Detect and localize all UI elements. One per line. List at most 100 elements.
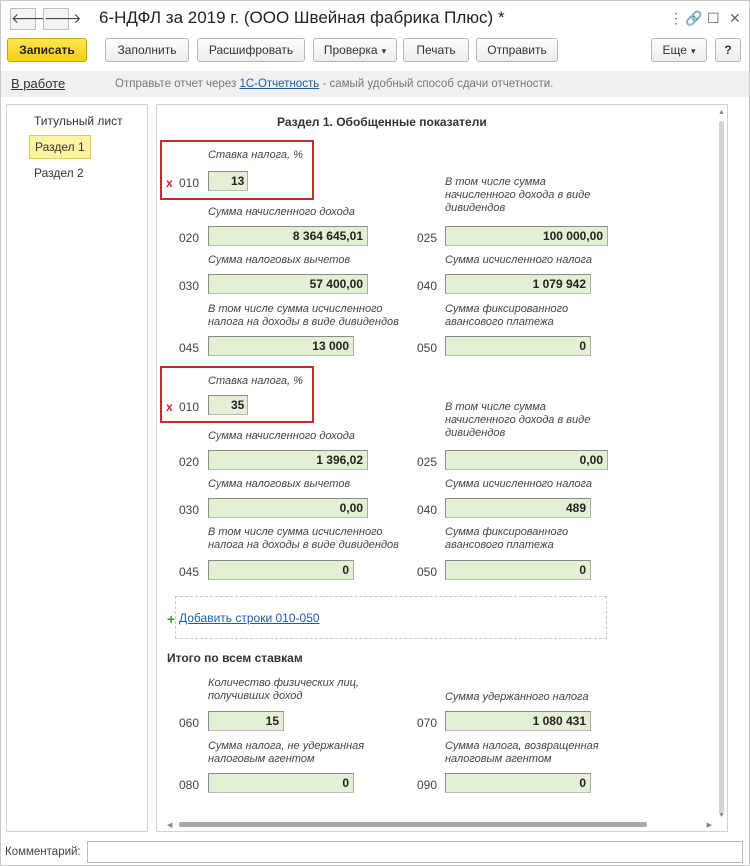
arrow-right-icon: 🡒 <box>44 10 82 26</box>
decode-button[interactable]: Расшифровать <box>197 38 305 62</box>
code-030: 030 <box>179 503 200 517</box>
not-withheld-label: Сумма налога, не удержанная налоговым аг… <box>208 740 365 765</box>
dividends-income-label: В том числе сумма начисленного дохода в … <box>445 176 591 214</box>
calculated-tax-field[interactable]: 489 <box>445 498 591 518</box>
scroll-up-icon[interactable]: ▲ <box>718 109 725 116</box>
deductions-field[interactable]: 57 400,00 <box>208 274 368 294</box>
deductions-field[interactable]: 0,00 <box>208 498 368 518</box>
accrued-income-field[interactable]: 1 396,02 <box>208 450 368 470</box>
returned-label: Сумма налога, возвращенная налоговым аге… <box>445 740 599 765</box>
totals-title: Итого по всем ставкам <box>167 651 303 665</box>
calculated-tax-field[interactable]: 1 079 942 <box>445 274 591 294</box>
code-050: 050 <box>417 341 438 355</box>
help-button[interactable]: ? <box>715 38 741 62</box>
code-040: 040 <box>417 503 438 517</box>
comment-input[interactable] <box>87 841 743 863</box>
code-045: 045 <box>179 341 200 355</box>
info-text-after: - самый удобный способ сдачи отчетности. <box>319 78 554 90</box>
chevron-down-icon: ▾ <box>381 46 387 56</box>
more-label: Еще <box>662 43 687 57</box>
not-withheld-field[interactable]: 0 <box>208 773 354 793</box>
more-dropdown[interactable]: Еще ▾ <box>651 38 707 62</box>
code-010: 010 <box>179 176 200 190</box>
sidebar-item-section-1[interactable]: Раздел 1 <box>29 135 91 159</box>
add-rows-link[interactable]: Добавить строки 010-050 <box>179 611 320 625</box>
dividends-income-field[interactable]: 0,00 <box>445 450 608 470</box>
sidebar-item-title-page[interactable]: Титульный лист <box>29 109 128 133</box>
more-icon[interactable]: ⋮ <box>669 10 683 27</box>
dividends-tax-label: В том числе сумма исчисленного налога на… <box>208 303 399 328</box>
code-030: 030 <box>179 279 200 293</box>
code-025: 025 <box>417 455 438 469</box>
dividends-tax-field[interactable]: 13 000 <box>208 336 354 356</box>
dividends-income-label: В том числе сумма начисленного дохода в … <box>445 401 591 439</box>
print-button[interactable]: Печать <box>403 38 469 62</box>
report-window: 🡐 🡒 6-НДФЛ за 2019 г. (ООО Швейная фабри… <box>0 0 750 866</box>
back-button[interactable]: 🡐 <box>10 8 49 30</box>
fixed-advance-label: Сумма фиксированного авансового платежа <box>445 526 569 551</box>
link-icon[interactable]: 🔗 <box>685 10 702 27</box>
rate-field[interactable]: 35 <box>208 395 248 415</box>
withheld-label: Сумма удержанного налога <box>445 691 589 703</box>
save-button[interactable]: Записать <box>7 38 87 62</box>
calculated-tax-label: Сумма исчисленного налога <box>445 478 592 490</box>
sidebar: Титульный лист Раздел 1 Раздел 2 <box>6 104 148 832</box>
withheld-field[interactable]: 1 080 431 <box>445 711 591 731</box>
fixed-advance-field[interactable]: 0 <box>445 560 591 580</box>
horizontal-scroll-thumb[interactable] <box>179 822 647 827</box>
scroll-left-icon[interactable]: ◀ <box>167 821 172 829</box>
form-area: Раздел 1. Обобщенные показатели Ставка н… <box>156 104 728 832</box>
close-icon[interactable]: ✕ <box>729 10 741 27</box>
sidebar-item-section-2[interactable]: Раздел 2 <box>29 161 89 185</box>
scroll-right-icon[interactable]: ▶ <box>707 821 712 829</box>
info-text: Отправьте отчет через 1С-Отчетность - са… <box>115 78 553 90</box>
scroll-down-icon[interactable]: ▼ <box>718 812 725 819</box>
deductions-label: Сумма налоговых вычетов <box>208 478 351 490</box>
dividends-tax-label: В том числе сумма исчисленного налога на… <box>208 526 399 551</box>
status-link[interactable]: В работе <box>11 76 65 91</box>
vertical-scrollbar[interactable]: ▲ ▼ <box>717 109 725 819</box>
accrued-income-label: Сумма начисленного дохода <box>208 206 355 218</box>
title-bar: 🡐 🡒 6-НДФЛ за 2019 г. (ООО Швейная фабри… <box>1 1 749 35</box>
window-title: 6-НДФЛ за 2019 г. (ООО Швейная фабрика П… <box>99 8 505 27</box>
code-090: 090 <box>417 778 438 792</box>
code-040: 040 <box>417 279 438 293</box>
send-button[interactable]: Отправить <box>476 38 558 62</box>
dividends-income-field[interactable]: 100 000,00 <box>445 226 608 246</box>
close-rate-icon[interactable]: x <box>166 176 173 190</box>
fill-button[interactable]: Заполнить <box>105 38 189 62</box>
check-dropdown[interactable]: Проверка ▾ <box>313 38 397 62</box>
toolbar: Записать Заполнить Расшифровать Проверка… <box>1 35 749 67</box>
dividends-tax-field[interactable]: 0 <box>208 560 354 580</box>
code-020: 020 <box>179 455 200 469</box>
check-label: Проверка <box>323 43 378 57</box>
persons-label: Количество физических лиц, получивших до… <box>208 677 359 702</box>
info-bar: В работе Отправьте отчет через 1С-Отчетн… <box>1 71 749 97</box>
code-070: 070 <box>417 716 438 730</box>
rate-field[interactable]: 13 <box>208 171 248 191</box>
fixed-advance-field[interactable]: 0 <box>445 336 591 356</box>
accrued-income-label: Сумма начисленного дохода <box>208 430 355 442</box>
comment-label: Комментарий: <box>5 846 81 858</box>
deductions-label: Сумма налоговых вычетов <box>208 254 351 266</box>
code-025: 025 <box>417 231 438 245</box>
calculated-tax-label: Сумма исчисленного налога <box>445 254 592 266</box>
horizontal-scrollbar[interactable]: ◀ ▶ <box>167 821 712 829</box>
code-045: 045 <box>179 565 200 579</box>
code-010: 010 <box>179 400 200 414</box>
forward-button[interactable]: 🡒 <box>43 8 82 30</box>
persons-field[interactable]: 15 <box>208 711 284 731</box>
chevron-down-icon: ▾ <box>690 46 696 56</box>
code-020: 020 <box>179 231 200 245</box>
plus-icon[interactable]: + <box>167 611 175 627</box>
info-text-before: Отправьте отчет через <box>115 78 240 90</box>
reporting-link[interactable]: 1С-Отчетность <box>239 78 319 90</box>
close-rate-icon[interactable]: x <box>166 400 173 414</box>
vertical-scroll-thumb[interactable] <box>719 121 724 814</box>
fixed-advance-label: Сумма фиксированного авансового платежа <box>445 303 569 328</box>
maximize-icon[interactable]: ☐ <box>707 10 720 27</box>
returned-field[interactable]: 0 <box>445 773 591 793</box>
accrued-income-field[interactable]: 8 364 645,01 <box>208 226 368 246</box>
section-title: Раздел 1. Обобщенные показатели <box>277 115 487 129</box>
code-050: 050 <box>417 565 438 579</box>
